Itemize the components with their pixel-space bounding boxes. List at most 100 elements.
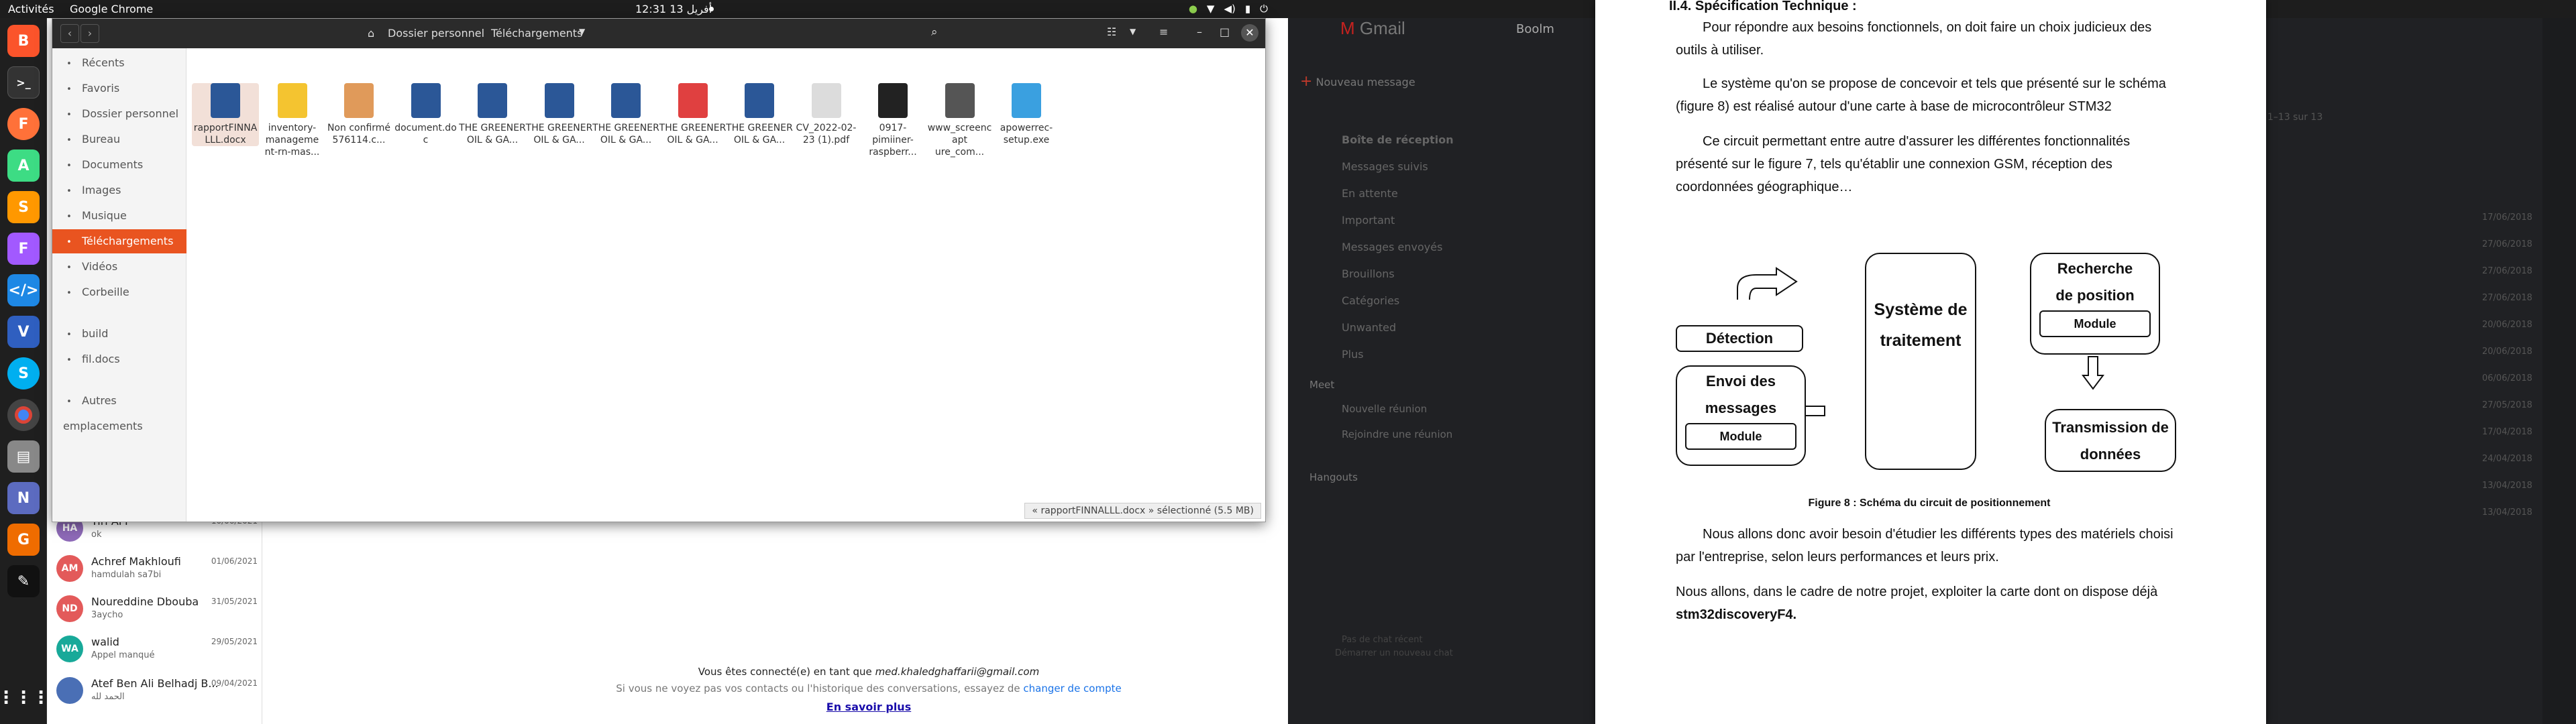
- gmail-nav-item[interactable]: En attente: [1342, 187, 1398, 200]
- home-icon[interactable]: ⌂: [368, 27, 374, 40]
- sidebar-item[interactable]: • Favoris: [52, 76, 186, 101]
- sidebar-item[interactable]: • Musique: [52, 204, 186, 228]
- battery-icon[interactable]: ▮: [1245, 3, 1250, 15]
- file-item[interactable]: inventory-manageme nt-rn-mas...: [259, 83, 326, 158]
- sidebar-item[interactable]: • Bureau: [52, 127, 186, 152]
- wifi-icon[interactable]: ●: [1189, 3, 1197, 15]
- gmail-nav-item[interactable]: Plus: [1342, 348, 1364, 361]
- search-input[interactable]: Boolm: [1516, 18, 1554, 41]
- activities-button[interactable]: Activités: [8, 3, 54, 15]
- app-menu[interactable]: Google Chrome: [70, 3, 153, 15]
- gmail-nav-item[interactable]: Catégories: [1342, 294, 1399, 307]
- sidebar-item[interactable]: • Téléchargements: [52, 229, 186, 253]
- meet-join[interactable]: Rejoindre une réunion: [1342, 428, 1452, 440]
- diagram-sms-label: Envoi des messages: [1705, 373, 1777, 416]
- file-item[interactable]: THE GREENER OIL & GA...: [526, 83, 593, 146]
- firefox-icon[interactable]: F: [7, 108, 40, 140]
- avatar: ND: [56, 595, 83, 622]
- file-name: inventory-manageme nt-rn-mas...: [264, 123, 320, 158]
- view-list-icon[interactable]: ☷: [1107, 25, 1116, 38]
- forward-button[interactable]: ›: [80, 24, 99, 43]
- sidebar-item[interactable]: • Vidéos: [52, 255, 186, 279]
- skype-icon[interactable]: S: [7, 357, 40, 389]
- zip-file-icon: [277, 83, 307, 118]
- breadcrumb-current[interactable]: Téléchargements: [491, 27, 582, 40]
- sidebar-item[interactable]: • build: [52, 322, 186, 346]
- maximize-button[interactable]: □: [1220, 25, 1230, 38]
- virtualbox-icon[interactable]: V: [7, 316, 40, 348]
- contact-item[interactable]: Atef Ben Ali Belhadj B... الحمد لله 09/04/…: [56, 673, 258, 712]
- breadcrumb-home[interactable]: Dossier personnel: [388, 27, 484, 40]
- chrome-icon[interactable]: [7, 399, 40, 431]
- file-item[interactable]: THE GREENER OIL & GA...: [726, 83, 793, 146]
- gmail-nav-item[interactable]: Messages suivis: [1342, 160, 1428, 173]
- learn-more-link[interactable]: En savoir plus: [523, 701, 1214, 713]
- sidebar-item-label: Images: [82, 184, 121, 196]
- terminal-icon[interactable]: >_: [7, 66, 40, 99]
- sidebar-item[interactable]: • Récents: [52, 51, 186, 75]
- file-item[interactable]: THE GREENER OIL & GA...: [592, 83, 659, 146]
- brave-icon[interactable]: B: [7, 25, 40, 57]
- file-grid: « rapportFINNALLL.docx » sélectionné (5.…: [186, 48, 1265, 522]
- file-item[interactable]: www_screencapt ure_com...: [926, 83, 994, 158]
- figma-icon[interactable]: F: [7, 233, 40, 265]
- meet-new[interactable]: Nouvelle réunion: [1342, 403, 1427, 415]
- sidebar-item[interactable]: • Corbeille: [52, 280, 186, 304]
- close-button[interactable]: ✕: [1241, 24, 1258, 42]
- file-item[interactable]: rapportFINNALLL.docx: [192, 83, 259, 146]
- network-icon[interactable]: ▼: [1207, 3, 1215, 15]
- contact-item[interactable]: AM Achref Makhloufi hamdulah sa7bi 01/06/20…: [56, 551, 258, 590]
- file-item[interactable]: THE GREENER OIL & GA...: [659, 83, 727, 146]
- contact-name: walid: [91, 636, 119, 648]
- compose-button[interactable]: + Nouveau message: [1300, 73, 1415, 90]
- apps-grid-icon[interactable]: ⋮⋮⋮: [0, 682, 50, 714]
- change-account-link[interactable]: changer de compte: [1023, 682, 1121, 695]
- gmail-nav-item[interactable]: Brouillons: [1342, 267, 1395, 280]
- menu-icon[interactable]: ≡: [1159, 25, 1168, 38]
- gmail-nav-item[interactable]: Boîte de réception: [1342, 133, 1454, 146]
- android-studio-icon[interactable]: A: [7, 149, 40, 182]
- file-item[interactable]: apowerrec-setup.exe: [993, 83, 1060, 146]
- sidebar-item[interactable]: • Documents: [52, 153, 186, 177]
- sidebar-item[interactable]: • Autres emplacements: [52, 389, 186, 432]
- contact-item[interactable]: WA walid Appel manqué 29/05/2021: [56, 631, 258, 670]
- sidebar-item-label: Bureau: [82, 133, 121, 145]
- file-item[interactable]: Non confirmé 576114.c...: [325, 83, 392, 146]
- view-options-icon[interactable]: ▼: [1130, 27, 1136, 36]
- gmail-nav-item[interactable]: Unwanted: [1342, 321, 1396, 334]
- sidebar-item[interactable]: • fil.docs: [52, 347, 186, 371]
- gmail-logo[interactable]: M Gmail: [1340, 18, 1405, 39]
- file-item[interactable]: 0917-pimiiner-raspberr...: [859, 83, 926, 158]
- gmail-nav-item[interactable]: Important: [1342, 214, 1395, 227]
- clock[interactable]: 12:31 أفريل 13: [635, 3, 712, 15]
- vscode-icon[interactable]: </>: [7, 274, 40, 306]
- word-file-icon: [478, 83, 507, 118]
- no-contacts-text: Si vous ne voyez pas vos contacts ou l'h…: [616, 682, 1122, 695]
- files-icon[interactable]: ▤: [7, 440, 40, 473]
- search-icon[interactable]: ⌕: [931, 25, 938, 39]
- gimp-icon[interactable]: G: [7, 524, 40, 556]
- volume-icon[interactable]: ◀): [1224, 3, 1235, 15]
- contact-snippet: Appel manqué: [91, 650, 155, 660]
- word-file-icon: [745, 83, 774, 118]
- system-tray[interactable]: ● ▼ ◀) ▮ ⏻: [1189, 3, 1268, 15]
- sublime-icon[interactable]: S: [7, 191, 40, 223]
- file-item[interactable]: THE GREENER OIL & GA...: [459, 83, 526, 146]
- star-icon: •: [66, 84, 72, 95]
- inkscape-icon[interactable]: ✎: [7, 565, 40, 597]
- sidebar-item[interactable]: • Images: [52, 178, 186, 202]
- notes-icon[interactable]: N: [7, 482, 40, 514]
- sidebar-item-label: Récents: [82, 56, 125, 69]
- power-icon[interactable]: ⏻: [1260, 3, 1268, 15]
- gmail-nav-item[interactable]: Messages envoyés: [1342, 241, 1442, 253]
- file-item[interactable]: CV_2022-02-23 (1).pdf: [793, 83, 860, 146]
- minimize-button[interactable]: –: [1197, 25, 1202, 38]
- sidebar-item[interactable]: • Dossier personnel: [52, 102, 186, 126]
- contact-snippet: 3aycho: [91, 610, 123, 620]
- file-item[interactable]: document.doc: [392, 83, 460, 146]
- contact-date: 29/05/2021: [211, 637, 258, 646]
- contact-item[interactable]: ND Noureddine Dbouba 3aycho 31/05/2021: [56, 591, 258, 630]
- chevron-down-icon[interactable]: ▼: [579, 27, 585, 36]
- back-button[interactable]: ‹: [60, 24, 79, 43]
- new-chat-link[interactable]: Démarrer un nouveau chat: [1335, 648, 1453, 658]
